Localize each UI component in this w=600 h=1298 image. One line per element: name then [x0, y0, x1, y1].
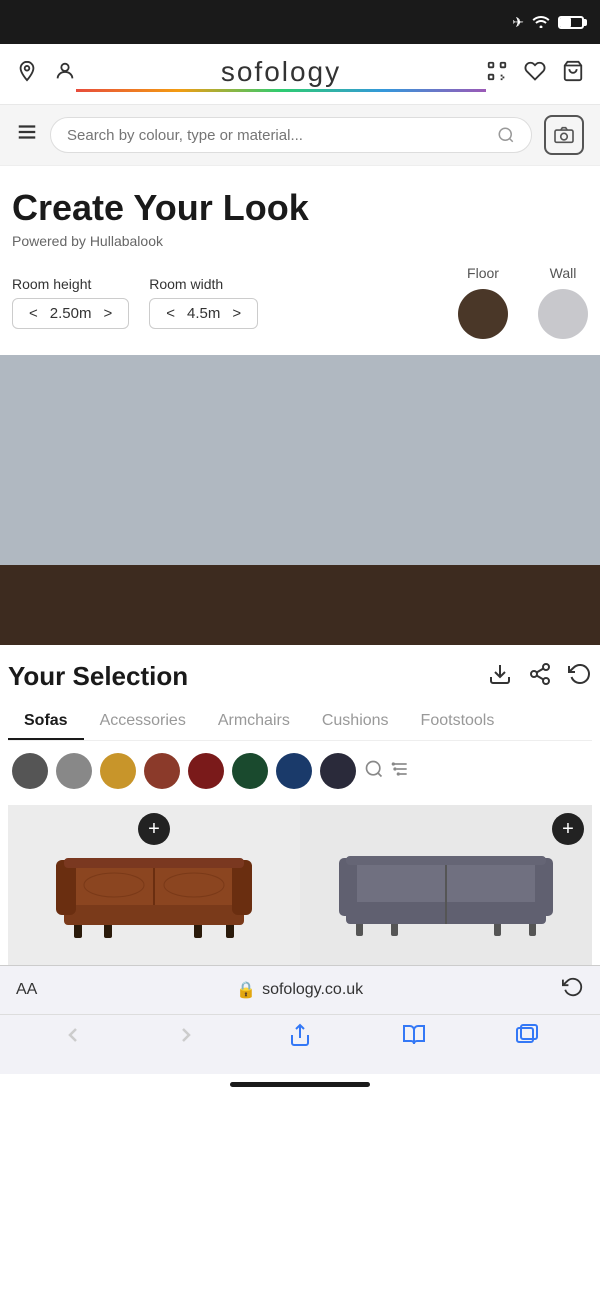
share-icon[interactable] — [528, 662, 552, 692]
tab-sofas[interactable]: Sofas — [8, 704, 84, 740]
hamburger-icon[interactable] — [16, 121, 38, 149]
room-height-stepper[interactable]: < 2.50m > — [12, 298, 129, 329]
add-product-2-button[interactable]: + — [552, 813, 584, 845]
wifi-icon — [532, 14, 550, 31]
browser-bar: AA 🔒 sofology.co.uk — [0, 965, 600, 1014]
filter-icons — [364, 759, 410, 784]
swatch-burgundy[interactable] — [188, 753, 224, 789]
search-bar — [0, 105, 600, 166]
browser-aa-label[interactable]: AA — [16, 981, 37, 999]
camera-button[interactable] — [544, 115, 584, 155]
account-icon[interactable] — [54, 60, 76, 88]
nav-tabs-button[interactable] — [515, 1023, 539, 1054]
room-width-value: 4.5m — [187, 305, 220, 322]
status-bar: ✈ — [0, 0, 600, 44]
search-input-wrapper[interactable] — [50, 117, 532, 153]
logo-underline — [76, 89, 486, 92]
search-input[interactable] — [67, 127, 489, 144]
url-text: sofology.co.uk — [262, 981, 363, 999]
lock-icon: 🔒 — [236, 980, 256, 1000]
wall-color-control: Wall — [538, 265, 588, 339]
product-grid: + — [8, 805, 592, 965]
selection-title: Your Selection — [8, 661, 188, 692]
brown-leather-sofa-image — [44, 830, 264, 940]
battery-icon — [558, 16, 584, 29]
search-filter-icon[interactable] — [364, 759, 384, 784]
browser-url-display[interactable]: 🔒 sofology.co.uk — [236, 980, 363, 1000]
logo-text: sofology — [76, 56, 486, 88]
refresh-icon[interactable] — [568, 662, 592, 692]
tab-cushions[interactable]: Cushions — [306, 704, 405, 740]
room-height-group: Room height < 2.50m > — [12, 276, 129, 329]
room-width-stepper[interactable]: < 4.5m > — [149, 298, 258, 329]
nav-back-button[interactable] — [61, 1023, 85, 1054]
selection-section: Your Selection — [0, 645, 600, 965]
nav-share-button[interactable] — [288, 1023, 312, 1054]
room-width-increase[interactable]: > — [232, 305, 241, 322]
swatch-green[interactable] — [232, 753, 268, 789]
floor-color-control: Floor — [458, 265, 508, 339]
floor-color-picker[interactable] — [458, 289, 508, 339]
add-product-1-button[interactable]: + — [138, 813, 170, 845]
airplane-icon: ✈ — [512, 14, 524, 31]
tab-accessories[interactable]: Accessories — [84, 704, 202, 740]
logo-container: sofology — [76, 56, 486, 92]
room-height-value: 2.50m — [50, 305, 92, 322]
swatch-navy[interactable] — [276, 753, 312, 789]
nav-forward-button[interactable] — [174, 1023, 198, 1054]
browser-nav — [0, 1014, 600, 1074]
wall-color-picker[interactable] — [538, 289, 588, 339]
gray-sofa-image — [331, 830, 561, 940]
tab-footstools[interactable]: Footstools — [405, 704, 511, 740]
browser-reload-button[interactable] — [562, 976, 584, 1004]
swatch-charcoal[interactable] — [12, 753, 48, 789]
product-card-2: + — [300, 805, 592, 965]
home-indicator — [0, 1074, 600, 1091]
nav-bookmarks-button[interactable] — [402, 1023, 426, 1054]
floor-label: Floor — [467, 265, 499, 281]
search-icon — [497, 126, 515, 144]
room-height-label: Room height — [12, 276, 129, 292]
room-height-increase[interactable]: > — [103, 305, 112, 322]
page-title: Create Your Look — [8, 186, 592, 229]
download-icon[interactable] — [488, 662, 512, 692]
swatch-gold[interactable] — [100, 753, 136, 789]
room-height-decrease[interactable]: < — [29, 305, 38, 322]
color-swatches — [8, 753, 592, 789]
scan-icon[interactable] — [486, 60, 508, 88]
room-width-decrease[interactable]: < — [166, 305, 175, 322]
selection-actions — [488, 662, 592, 692]
wishlist-icon[interactable] — [524, 60, 546, 88]
wall-label: Wall — [550, 265, 577, 281]
room-floor — [0, 565, 600, 645]
product-card-1: + — [8, 805, 300, 965]
status-icons: ✈ — [512, 14, 584, 31]
category-tabs: Sofas Accessories Armchairs Cushions Foo… — [8, 704, 592, 741]
room-width-label: Room width — [149, 276, 258, 292]
cart-icon[interactable] — [562, 60, 584, 88]
location-icon[interactable] — [16, 60, 38, 88]
swatch-terracotta[interactable] — [144, 753, 180, 789]
powered-by-text: Powered by Hullabalook — [8, 233, 592, 249]
header-right-icons — [486, 60, 584, 88]
swatch-darknavy[interactable] — [320, 753, 356, 789]
selection-header: Your Selection — [8, 661, 592, 692]
swatch-gray[interactable] — [56, 753, 92, 789]
color-controls: Floor Wall — [458, 265, 588, 339]
header: sofology — [0, 44, 600, 105]
header-left-icons — [16, 60, 76, 88]
main-content: Create Your Look Powered by Hullabalook … — [0, 166, 600, 339]
home-bar — [230, 1082, 370, 1087]
tab-armchairs[interactable]: Armchairs — [202, 704, 306, 740]
room-width-group: Room width < 4.5m > — [149, 276, 258, 329]
filter-list-icon[interactable] — [390, 759, 410, 784]
room-controls: Room height < 2.50m > Room width < 4.5m … — [8, 265, 592, 339]
room-preview — [0, 355, 600, 645]
